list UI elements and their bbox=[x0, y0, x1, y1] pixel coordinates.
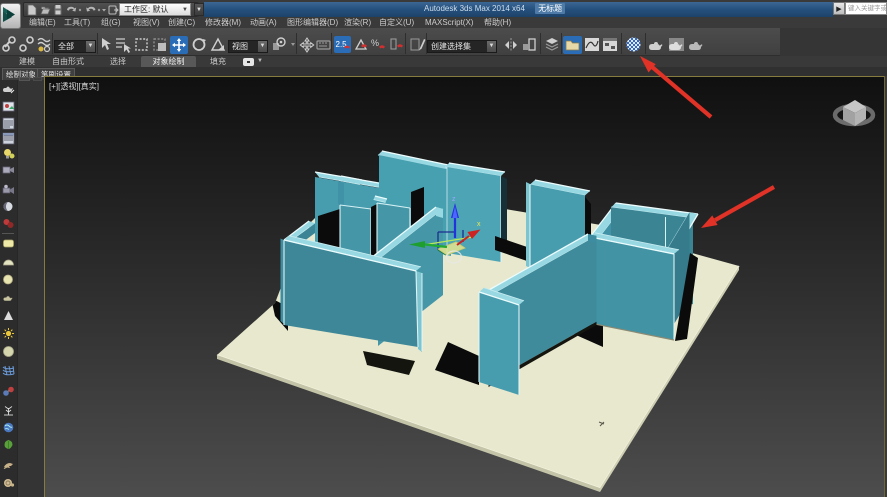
svg-text:z: z bbox=[452, 196, 456, 203]
svg-text:%: % bbox=[371, 38, 379, 48]
svg-text:[+][透视][真实]: [+][透视][真实] bbox=[49, 81, 99, 91]
svg-text:x: x bbox=[477, 221, 481, 228]
